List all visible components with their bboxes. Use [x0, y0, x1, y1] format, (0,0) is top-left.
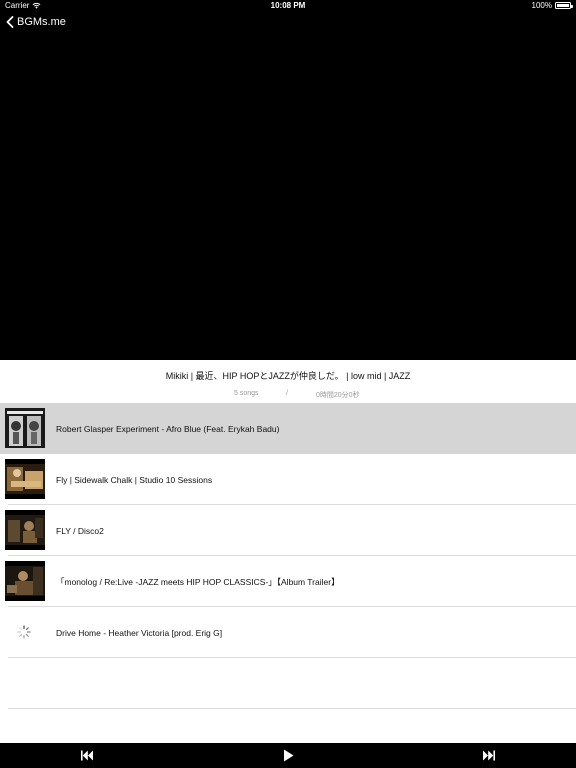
playlist-title: Mikiki | 最近、HIP HOPとJAZZが仲良しだ。 | low mid… [165, 371, 411, 381]
playlist-duration: 0時間20分0秒 [316, 392, 360, 399]
song-title: Robert Glasper Experiment - Afro Blue (F… [56, 423, 280, 434]
song-title: 「monolog / Re:Live -JAZZ meets HIP HOP C… [56, 576, 340, 587]
song-row[interactable]: Fly | Sidewalk Chalk | Studio 10 Session… [0, 454, 576, 505]
chevron-left-icon [6, 16, 14, 28]
row-divider [8, 708, 576, 709]
song-thumbnail [5, 510, 45, 550]
playback-toolbar [0, 743, 576, 768]
loading-spinner-icon [17, 625, 31, 639]
previous-track-icon[interactable] [80, 749, 94, 762]
next-track-icon[interactable] [482, 749, 496, 762]
song-title: FLY / Disco2 [56, 525, 104, 536]
song-thumbnail [5, 459, 45, 499]
back-button[interactable]: BGMs.me [6, 16, 66, 28]
song-title: Drive Home - Heather Victoria [prod. Eri… [56, 627, 223, 638]
battery-icon [555, 2, 573, 9]
song-thumbnail [5, 408, 45, 448]
song-row[interactable]: FLY / Disco2 [0, 505, 576, 556]
video-player-area[interactable]: Carrier 10:08 PM 100% BGMs.me [0, 0, 576, 360]
battery-percent: 100% [531, 1, 552, 10]
empty-list-row [0, 658, 576, 709]
app-root: Carrier 10:08 PM 100% BGMs.me Mikiki | 最… [0, 0, 576, 768]
song-row[interactable]: Drive Home - Heather Victoria [prod. Eri… [0, 607, 576, 658]
meta-separator: / [286, 390, 288, 397]
back-label: BGMs.me [17, 16, 66, 28]
song-count: 5 songs [234, 390, 259, 397]
status-bar: Carrier 10:08 PM 100% [0, 0, 576, 12]
song-thumbnail [5, 561, 45, 601]
play-icon[interactable] [281, 749, 295, 762]
song-title: Fly | Sidewalk Chalk | Studio 10 Session… [56, 474, 213, 485]
song-list: Robert Glasper Experiment - Afro Blue (F… [0, 403, 576, 709]
song-row[interactable]: Robert Glasper Experiment - Afro Blue (F… [0, 403, 576, 454]
song-row[interactable]: 「monolog / Re:Live -JAZZ meets HIP HOP C… [0, 556, 576, 607]
status-time: 10:08 PM [270, 1, 306, 10]
